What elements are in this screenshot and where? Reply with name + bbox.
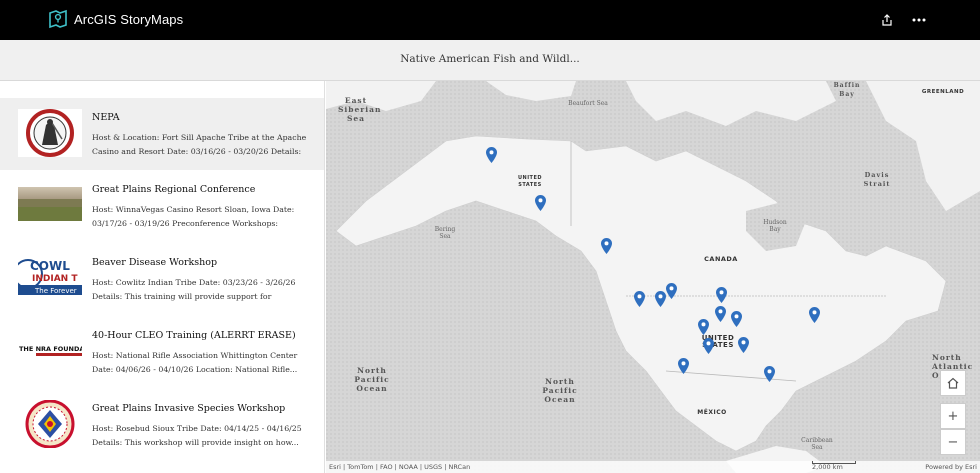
list-item[interactable]: NEPA Host & Location: Fort Sill Apache T… — [0, 98, 324, 170]
map-label-north-pacific-left: North Pacific Ocean — [354, 366, 390, 393]
zoom-out-button[interactable]: − — [940, 429, 966, 455]
map-label-hudson-bay: Hudson Bay — [763, 219, 787, 233]
svg-text:The Forever: The Forever — [34, 287, 77, 295]
list-item-description: Host: National Rifle Association Whittin… — [92, 351, 298, 374]
event-marker-pin[interactable] — [731, 311, 742, 327]
share-icon — [882, 14, 892, 26]
basemap — [326, 81, 980, 473]
brand[interactable]: ArcGIS StoryMaps — [48, 9, 183, 29]
map-label-beaufort-sea: Beaufort Sea — [568, 100, 608, 107]
map-label-davis-strait: Davis Strait — [863, 171, 891, 188]
story-title-bar: Native American Fish and Wildl... — [0, 40, 980, 81]
event-marker-pin[interactable] — [738, 337, 749, 353]
list-item[interactable]: THE NRA FOUNDATION 40-Hour CLEO Training… — [0, 316, 324, 388]
sidebar-list[interactable]: NEPA Host & Location: Fort Sill Apache T… — [0, 81, 325, 473]
map-label-bering-sea: Bering Sea — [434, 226, 456, 240]
thumbnail-prairie-landscape — [18, 181, 82, 229]
list-item-title: Great Plains Invasive Species Workshop — [92, 403, 286, 414]
map-label-north-pacific-mid: North Pacific Ocean — [542, 377, 578, 404]
thumbnail-fort-sill-apache-seal — [18, 109, 82, 157]
event-marker-pin[interactable] — [698, 319, 709, 335]
map-label-mexico: MÉXICO — [697, 409, 727, 416]
thumbnail-nra-foundation-logo: THE NRA FOUNDATION — [18, 327, 82, 375]
event-marker-pin[interactable] — [715, 306, 726, 322]
svg-text:THE NRA FOUNDATION: THE NRA FOUNDATION — [19, 345, 82, 353]
map-attribution-bar: Esri | TomTom | FAO | NOAA | USGS | NRCa… — [326, 461, 980, 473]
map-view[interactable]: East Siberian Sea Beaufort Sea Baffin Ba… — [326, 81, 980, 473]
list-item-description: Host: WinnaVegas Casino Resort Sloan, Io… — [92, 205, 295, 228]
map-label-east-siberian-sea: East Siberian Sea — [338, 96, 382, 123]
storymaps-logo-icon — [49, 9, 67, 29]
event-marker-pin[interactable] — [486, 147, 497, 163]
powered-by-esri[interactable]: Powered by Esri — [925, 463, 977, 471]
list-item-title: Beaver Disease Workshop — [92, 257, 218, 268]
home-button[interactable] — [940, 370, 966, 396]
map-label-united-states-alaska: UNITED STATES — [517, 175, 543, 188]
list-item-description: Host: Rosebud Sioux Tribe Date: 04/14/25… — [92, 424, 302, 447]
story-title: Native American Fish and Wildl... — [400, 53, 580, 65]
event-marker-pin[interactable] — [601, 238, 612, 254]
zoom-in-button[interactable]: + — [940, 403, 966, 429]
more-options-icon — [912, 18, 926, 22]
map-label-caribbean-sea: Caribbean Sea — [801, 437, 833, 451]
list-item[interactable]: Great Plains Invasive Species Workshop H… — [0, 389, 324, 461]
map-label-greenland: GREENLAND — [921, 89, 965, 95]
share-button[interactable] — [878, 11, 896, 29]
event-marker-pin[interactable] — [535, 195, 546, 211]
scale-label: 2,000 km — [812, 463, 843, 471]
list-item-title: 40-Hour CLEO Training (ALERRT ERASE) — [92, 330, 296, 341]
more-options-button[interactable] — [910, 11, 928, 29]
event-marker-pin[interactable] — [634, 291, 645, 307]
event-marker-pin[interactable] — [666, 283, 677, 299]
event-marker-pin[interactable] — [809, 307, 820, 323]
top-bar: ArcGIS StoryMaps — [0, 0, 980, 40]
list-item-title: Great Plains Regional Conference — [92, 184, 256, 195]
list-item[interactable]: COWL INDIAN T The Forever Beaver Disease… — [0, 243, 324, 315]
thumbnail-cowlitz-logo: COWL INDIAN T The Forever — [18, 254, 82, 302]
svg-text:INDIAN T: INDIAN T — [32, 274, 78, 284]
event-marker-pin[interactable] — [764, 366, 775, 382]
event-marker-pin[interactable] — [703, 338, 714, 354]
event-marker-pin[interactable] — [655, 291, 666, 307]
event-marker-pin[interactable] — [716, 287, 727, 303]
map-label-canada: CANADA — [704, 255, 738, 263]
list-item[interactable]: Great Plains Regional Conference Host: W… — [0, 170, 324, 242]
svg-text:COWL: COWL — [30, 259, 70, 273]
event-marker-pin[interactable] — [678, 358, 689, 374]
map-attribution[interactable]: Esri | TomTom | FAO | NOAA | USGS | NRCa… — [329, 463, 470, 471]
list-item-description: Host & Location: Fort Sill Apache Tribe … — [92, 133, 307, 156]
list-item-description: Host: Cowlitz Indian Tribe Date: 03/23/2… — [92, 278, 296, 301]
thumbnail-rosebud-sioux-seal — [18, 400, 82, 448]
brand-name: ArcGIS StoryMaps — [74, 11, 184, 27]
home-icon — [947, 377, 959, 389]
map-label-baffin-bay: Baffin Bay — [833, 82, 861, 98]
list-item-title: NEPA — [92, 112, 120, 123]
